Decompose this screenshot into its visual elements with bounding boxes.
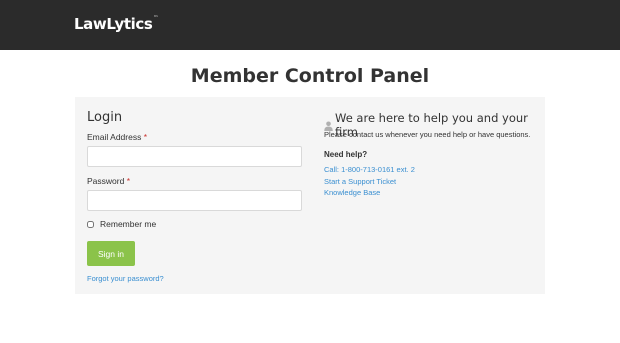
email-label-text: Email Address: [87, 132, 142, 142]
trademark-mark: ™: [153, 15, 158, 21]
login-heading: Login: [87, 110, 123, 125]
help-subtitle: Please contact us whenever you need help…: [324, 130, 531, 139]
remember-me-label: Remember me: [100, 219, 157, 229]
call-support-link[interactable]: Call: 1-800-713-0161 ext. 2: [324, 165, 415, 174]
login-panel: Login Email Address * Password * Remembe…: [75, 97, 545, 294]
need-help-heading: Need help?: [324, 150, 368, 159]
remember-me-checkbox[interactable]: [87, 220, 94, 228]
page-title: Member Control Panel: [190, 65, 430, 87]
required-asterisk: *: [143, 132, 148, 142]
password-label: Password *: [87, 176, 130, 186]
password-label-text: Password: [87, 176, 125, 186]
email-field[interactable]: [87, 146, 302, 167]
user-icon: [324, 120, 333, 131]
knowledge-base-link[interactable]: Knowledge Base: [324, 188, 380, 197]
top-navbar: LawLytics™: [0, 0, 620, 50]
forgot-password-link[interactable]: Forgot your password?: [87, 274, 164, 283]
lawlytics-logo[interactable]: LawLytics™: [74, 15, 158, 33]
remember-me-row[interactable]: Remember me: [87, 219, 156, 229]
logo-text: LawLytics: [74, 15, 153, 33]
sign-in-button[interactable]: Sign in: [87, 241, 135, 266]
required-asterisk: *: [126, 176, 131, 186]
email-label: Email Address *: [87, 132, 147, 142]
password-field[interactable]: [87, 190, 302, 211]
support-ticket-link[interactable]: Start a Support Ticket: [324, 177, 396, 186]
